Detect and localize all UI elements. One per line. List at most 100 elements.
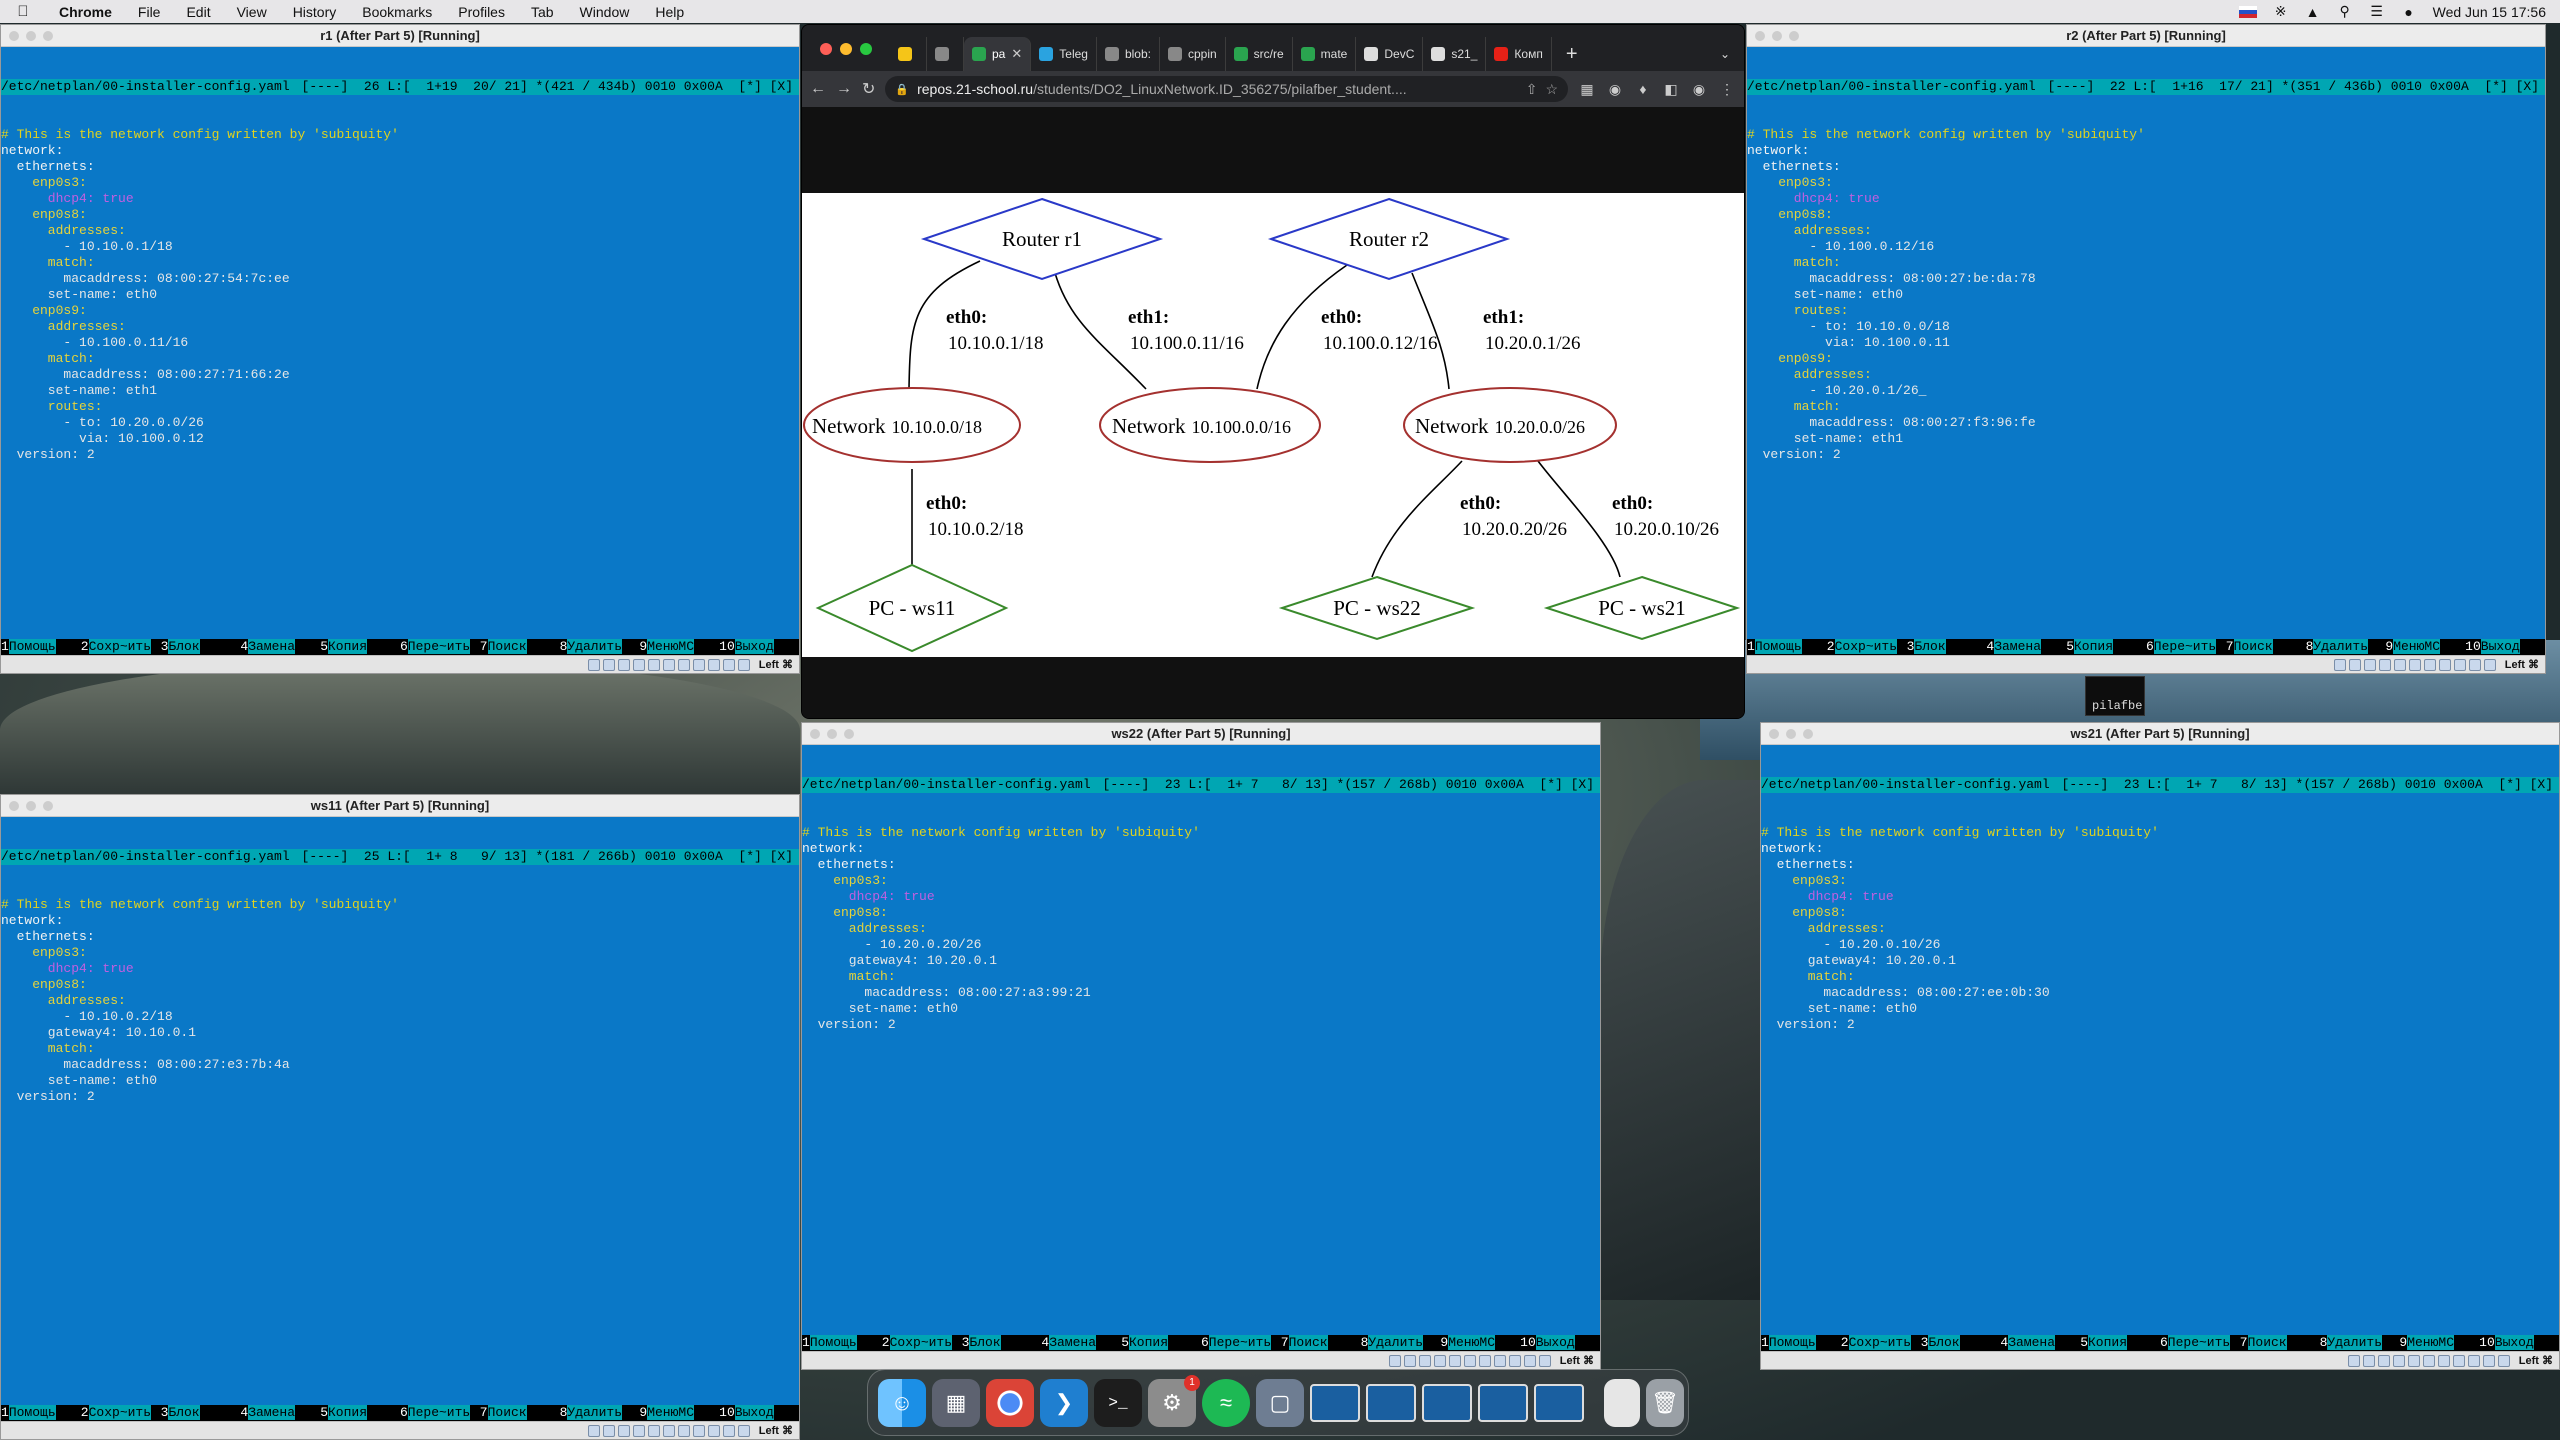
optical-drive-icon[interactable] [2362, 1354, 2375, 1367]
optical-drive-icon[interactable] [1403, 1354, 1416, 1367]
menu-tab[interactable]: Tab [518, 4, 567, 20]
cpu-icon[interactable] [2453, 658, 2466, 671]
address-bar[interactable]: 🔒 repos.21-school.ru/students/DO2_LinuxN… [885, 76, 1568, 102]
hard-disk-icon[interactable] [2333, 658, 2346, 671]
fkey-5[interactable]: 5Копия [2066, 639, 2146, 655]
menu-view[interactable]: View [224, 4, 280, 20]
network-icon[interactable] [632, 658, 645, 671]
shared-folder-icon[interactable] [1463, 1354, 1476, 1367]
mouse-integration-icon[interactable] [2482, 1354, 2495, 1367]
optical-drive-icon[interactable] [2348, 658, 2361, 671]
reload-icon[interactable]: ↻ [862, 79, 875, 99]
fkey-10[interactable]: 10Выход [1520, 1335, 1600, 1351]
audio-icon[interactable] [1418, 1354, 1431, 1367]
display-icon[interactable] [2423, 658, 2436, 671]
profile-avatar-icon[interactable]: ◉ [1690, 81, 1708, 98]
video-capture-icon[interactable] [692, 658, 705, 671]
trash-icon[interactable]: 🗑 [1646, 1378, 1684, 1427]
chrome-icon[interactable] [986, 1378, 1034, 1427]
new-tab-button[interactable]: + [1552, 37, 1592, 71]
more-menu-icon[interactable]: ⋮ [1718, 81, 1736, 98]
fkey-7[interactable]: 7Поиск [480, 639, 560, 655]
minimize-icon[interactable] [26, 801, 36, 811]
display-icon[interactable] [677, 1424, 690, 1437]
fkey-7[interactable]: 7Поиск [2240, 1335, 2320, 1351]
audio-icon[interactable] [2363, 658, 2376, 671]
fkey-8[interactable]: 8Удалить [560, 639, 640, 655]
keyboard-icon[interactable] [2497, 1354, 2510, 1367]
host-key-indicator[interactable]: Left ⌘ [2505, 658, 2539, 671]
fkey-3[interactable]: 3Блок [161, 639, 241, 655]
usb-icon[interactable] [1448, 1354, 1461, 1367]
browser-tab[interactable]: s21_ [1423, 37, 1487, 71]
keyboard-icon[interactable] [2483, 658, 2496, 671]
fkey-8[interactable]: 8Удалить [560, 1405, 640, 1421]
cpu-icon[interactable] [1508, 1354, 1521, 1367]
window-titlebar[interactable]: r1 (After Part 5) [Running] [1, 25, 799, 47]
siri-icon[interactable]: ● [2401, 4, 2417, 20]
translate-extension-icon[interactable]: ▦ [1578, 81, 1596, 98]
fkey-2[interactable]: 2Сохр~ить [81, 639, 161, 655]
side-panel-icon[interactable]: ◧ [1662, 81, 1680, 98]
window-titlebar[interactable]: r2 (After Part 5) [Running] [1747, 25, 2545, 47]
hard-disk-icon[interactable] [587, 658, 600, 671]
hard-disk-icon[interactable] [587, 1424, 600, 1437]
network-icon[interactable] [2378, 658, 2391, 671]
fkey-7[interactable]: 7Поиск [2226, 639, 2306, 655]
terminal-editor[interactable]: /etc/netplan/00-installer-config.yaml [--… [1747, 47, 2545, 639]
browser-tab[interactable]: blob: [1097, 37, 1160, 71]
optical-drive-icon[interactable] [602, 1424, 615, 1437]
cpu-icon[interactable] [707, 658, 720, 671]
vscode-icon[interactable]: ❯ [1040, 1378, 1088, 1427]
fkey-6[interactable]: 6Пере~ить [2146, 639, 2226, 655]
apple-icon[interactable]:  [0, 3, 46, 20]
usb-icon[interactable] [2393, 658, 2406, 671]
zoom-icon[interactable] [43, 31, 53, 41]
fkey-3[interactable]: 3Блок [1907, 639, 1987, 655]
browser-tab[interactable] [927, 37, 964, 71]
network-icon[interactable] [2392, 1354, 2405, 1367]
fkey-5[interactable]: 5Копия [1121, 1335, 1201, 1351]
fkey-5[interactable]: 5Копия [320, 1405, 400, 1421]
fkey-4[interactable]: 4Замена [1041, 1335, 1121, 1351]
fkey-1[interactable]: 1Помощь [1761, 1335, 1841, 1351]
tab-search-chevron-icon[interactable]: ⌄ [1720, 37, 1744, 71]
zoom-icon[interactable] [43, 801, 53, 811]
fkey-2[interactable]: 2Сохр~ить [81, 1405, 161, 1421]
fkey-1[interactable]: 1Помощь [1, 1405, 81, 1421]
hard-disk-icon[interactable] [1388, 1354, 1401, 1367]
fkey-5[interactable]: 5Копия [2080, 1335, 2160, 1351]
close-icon[interactable] [1755, 31, 1765, 41]
audio-icon[interactable] [617, 1424, 630, 1437]
fkey-5[interactable]: 5Копия [320, 639, 400, 655]
minimize-icon[interactable] [827, 729, 837, 739]
network-icon[interactable] [1433, 1354, 1446, 1367]
zoom-icon[interactable] [1803, 729, 1813, 739]
fkey-7[interactable]: 7Поиск [480, 1405, 560, 1421]
usb-icon[interactable] [2407, 1354, 2420, 1367]
video-capture-icon[interactable] [1493, 1354, 1506, 1367]
bookmark-star-icon[interactable]: ☆ [1545, 81, 1558, 98]
fkey-4[interactable]: 4Замена [240, 1405, 320, 1421]
window-titlebar[interactable]: ws21 (After Part 5) [Running] [1761, 723, 2559, 745]
fkey-8[interactable]: 8Удалить [2306, 639, 2386, 655]
shared-folder-icon[interactable] [2408, 658, 2421, 671]
wifi-icon[interactable]: ▲ [2305, 4, 2321, 20]
cpu-icon[interactable] [707, 1424, 720, 1437]
fkey-3[interactable]: 3Блок [161, 1405, 241, 1421]
host-key-indicator[interactable]: Left ⌘ [759, 1424, 793, 1437]
browser-tab[interactable]: src/re [1226, 37, 1293, 71]
finder-icon[interactable]: ☺ [878, 1378, 926, 1427]
fkey-1[interactable]: 1Помощь [802, 1335, 882, 1351]
fkey-6[interactable]: 6Пере~ить [2160, 1335, 2240, 1351]
virtualbox-icon[interactable]: ▢ [1256, 1378, 1304, 1427]
minimized-window-thumbnail[interactable] [1310, 1383, 1360, 1422]
fkey-8[interactable]: 8Удалить [2320, 1335, 2400, 1351]
keyboard-icon[interactable] [737, 658, 750, 671]
lock-icon[interactable]: 🔒 [895, 83, 909, 96]
minimized-window-thumbnail[interactable] [1478, 1383, 1528, 1422]
terminal-icon[interactable]: >_ [1094, 1378, 1142, 1427]
terminal-editor[interactable]: /etc/netplan/00-installer-config.yaml [--… [802, 745, 1600, 1335]
fkey-9[interactable]: 9МенюMC [639, 1405, 719, 1421]
minimize-icon[interactable] [1772, 31, 1782, 41]
